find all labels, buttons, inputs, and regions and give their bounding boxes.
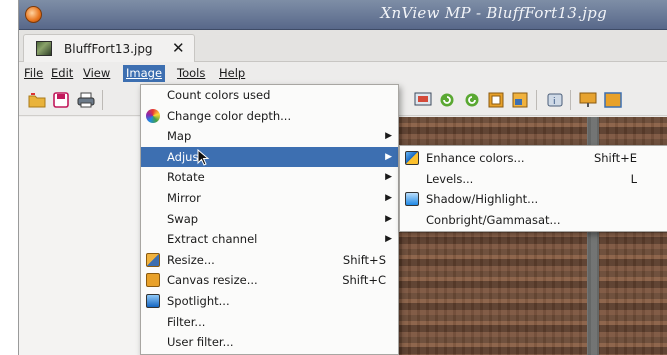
- crop-icon[interactable]: [486, 90, 506, 110]
- submenu-arrow-icon: ▶: [385, 151, 392, 162]
- tab-title: BluffFort13.jpg: [64, 42, 153, 56]
- shortcut-label: L: [630, 171, 637, 186]
- menu-bar: File Edit View Image Tools Help: [19, 63, 667, 83]
- info-icon[interactable]: i: [545, 90, 565, 110]
- menu-item-rotate[interactable]: Rotate ▶: [141, 167, 398, 188]
- title-bar[interactable]: XnView MP - BluffFort13.jpg: [19, 0, 667, 30]
- menu-view[interactable]: View: [80, 65, 113, 82]
- shadow-highlight-icon: [405, 192, 419, 207]
- print-icon[interactable]: [76, 90, 96, 110]
- toolbar-separator: [536, 90, 537, 110]
- color-depth-icon: [146, 108, 160, 123]
- shortcut-label: Shift+E: [593, 151, 637, 165]
- app-window: XnView MP - BluffFort13.jpg BluffFort13.…: [18, 0, 667, 355]
- menu-item-adjust[interactable]: Adjust ▶: [141, 146, 398, 168]
- canvas-resize-icon: [146, 273, 160, 288]
- image-thumbnail-icon: [36, 41, 52, 56]
- menu-edit[interactable]: Edit: [48, 65, 76, 82]
- rotate-right-icon[interactable]: [462, 90, 482, 110]
- menu-item-canvas-resize[interactable]: Canvas resize... Shift+C: [141, 270, 398, 291]
- submenu-arrow-icon: ▶: [385, 192, 392, 203]
- menu-item-resize[interactable]: Resize... Shift+S: [141, 250, 398, 271]
- menu-item-map[interactable]: Map ▶: [141, 126, 398, 147]
- menu-item-swap[interactable]: Swap ▶: [141, 209, 398, 230]
- window-title: XnView MP - BluffFort13.jpg: [380, 4, 607, 22]
- document-tab[interactable]: BluffFort13.jpg ✕: [23, 34, 195, 62]
- rotate-left-icon[interactable]: [437, 90, 457, 110]
- submenu-arrow-icon: ▶: [385, 172, 392, 183]
- shortcut-label: Shift+C: [342, 273, 386, 288]
- submenu-item-shadow-highlight[interactable]: Shadow/Highlight...: [400, 189, 667, 210]
- menu-item-filter[interactable]: Filter...: [141, 312, 398, 333]
- slideshow-icon[interactable]: [413, 90, 433, 110]
- close-tab-icon[interactable]: ✕: [172, 39, 185, 57]
- menu-item-extract-channel[interactable]: Extract channel ▶: [141, 229, 398, 250]
- browse-folder-icon[interactable]: [27, 90, 47, 110]
- resize-icon[interactable]: [510, 90, 530, 110]
- submenu-arrow-icon: ▶: [385, 213, 392, 224]
- app-icon[interactable]: [25, 6, 42, 23]
- image-menu-dropdown: Count colors used Change color depth... …: [140, 84, 399, 355]
- submenu-arrow-icon: ▶: [385, 131, 392, 142]
- wallpaper-icon[interactable]: [578, 90, 598, 110]
- shortcut-label: Shift+S: [342, 252, 386, 267]
- spotlight-icon: [146, 293, 160, 308]
- fullscreen-icon[interactable]: [603, 90, 623, 110]
- submenu-arrow-icon: ▶: [385, 234, 392, 245]
- svg-text:i: i: [553, 97, 556, 107]
- menu-file[interactable]: File: [21, 65, 46, 82]
- document-tab-bar: BluffFort13.jpg ✕: [19, 30, 667, 62]
- menu-item-user-filter[interactable]: User filter...: [141, 332, 398, 353]
- submenu-item-enhance-colors[interactable]: Enhance colors... Shift+E: [400, 148, 667, 169]
- menu-tools[interactable]: Tools: [174, 65, 208, 82]
- submenu-item-levels[interactable]: Levels... L: [400, 169, 667, 190]
- menu-image[interactable]: Image: [123, 65, 166, 82]
- menu-item-mirror[interactable]: Mirror ▶: [141, 188, 398, 209]
- adjust-submenu: Enhance colors... Shift+E Levels... L Shad…: [399, 145, 667, 232]
- menu-help[interactable]: Help: [216, 65, 248, 82]
- submenu-item-conbright-gammasat[interactable]: Conbright/Gammasat...: [400, 210, 667, 231]
- toolbar-separator: [102, 90, 103, 110]
- menu-item-count-colors[interactable]: Count colors used: [141, 85, 398, 106]
- mouse-cursor-icon: [197, 149, 210, 166]
- menu-item-spotlight[interactable]: Spotlight...: [141, 291, 398, 312]
- save-icon[interactable]: [51, 90, 71, 110]
- enhance-colors-icon: [405, 151, 419, 165]
- toolbar-separator: [570, 90, 571, 110]
- resize-icon: [146, 252, 160, 267]
- menu-item-change-color-depth[interactable]: Change color depth...: [141, 106, 398, 127]
